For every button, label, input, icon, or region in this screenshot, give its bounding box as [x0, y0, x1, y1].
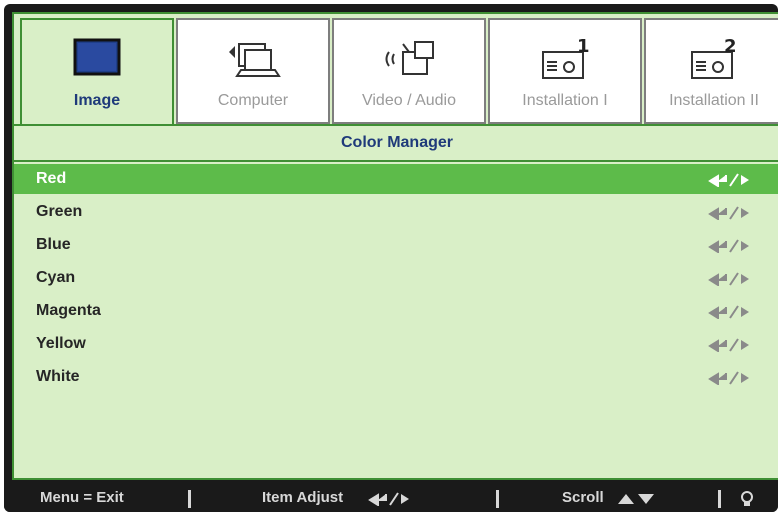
item-adjust-hint: Item Adjust [262, 489, 344, 506]
scroll-hint: Scroll [562, 489, 604, 506]
up-down-arrows-icon [618, 494, 654, 504]
enter-right-icon [708, 371, 749, 385]
video-audio-icon [385, 41, 434, 75]
menu-exit-hint: Menu = Exit [40, 489, 124, 506]
menu-item-label: Green [36, 203, 83, 220]
status-divider [718, 490, 721, 508]
svg-text:2: 2 [724, 36, 737, 57]
tab-image[interactable]: Image [20, 18, 174, 126]
installation-2-icon: 2 [691, 36, 737, 79]
tab-video-audio[interactable]: Video / Audio [332, 18, 486, 124]
osd-frame: Image Computer Video / Audio 1 Installat… [4, 4, 778, 512]
enter-right-icon [708, 173, 749, 187]
menu-item-white[interactable]: White [14, 362, 778, 392]
tab-installation-2[interactable]: 2 Installation II [644, 18, 778, 124]
page-title: Color Manager [340, 134, 453, 151]
menu-item-red[interactable]: Red [14, 164, 778, 194]
tab-label: Computer [217, 92, 289, 109]
enter-right-icon [708, 206, 749, 220]
menu-item-cyan[interactable]: Cyan [14, 263, 778, 293]
menu-item-blue[interactable]: Blue [14, 230, 778, 260]
enter-right-icon [708, 305, 749, 319]
svg-text:1: 1 [577, 36, 590, 57]
tab-label: Video / Audio [361, 92, 456, 109]
tab-bar: Image Computer Video / Audio 1 Installat… [14, 14, 778, 126]
computer-icon [229, 43, 281, 77]
menu-item-magenta[interactable]: Magenta [14, 296, 778, 326]
menu-item-label: Cyan [36, 269, 76, 286]
menu-item-label: Magenta [36, 302, 101, 319]
status-divider [496, 490, 499, 508]
osd-menu: Image Computer Video / Audio 1 Installat… [12, 12, 778, 480]
lightbulb-icon [741, 491, 753, 506]
monitor-icon [73, 38, 121, 76]
menu-item-yellow[interactable]: Yellow [14, 329, 778, 359]
tab-label: Installation II [669, 92, 759, 109]
tab-label: Image [73, 92, 121, 109]
enter-right-icon [708, 338, 749, 352]
enter-right-icon [708, 239, 749, 253]
menu-item-label: Yellow [36, 335, 86, 352]
status-divider [188, 490, 191, 508]
menu-item-label: Blue [36, 236, 71, 253]
installation-1-icon: 1 [542, 36, 590, 79]
menu-item-label: Red [36, 170, 67, 187]
menu-item-label: White [36, 368, 80, 385]
status-bar: Menu = Exit Item Adjust Scroll [4, 484, 778, 512]
tab-label: Installation I [522, 92, 608, 109]
menu-item-green[interactable]: Green [14, 197, 778, 227]
enter-right-icon [708, 272, 749, 286]
enter-right-icon [368, 492, 409, 506]
tab-computer[interactable]: Computer [176, 18, 330, 124]
title-divider [14, 160, 778, 162]
tab-installation-1[interactable]: 1 Installation I [488, 18, 642, 124]
